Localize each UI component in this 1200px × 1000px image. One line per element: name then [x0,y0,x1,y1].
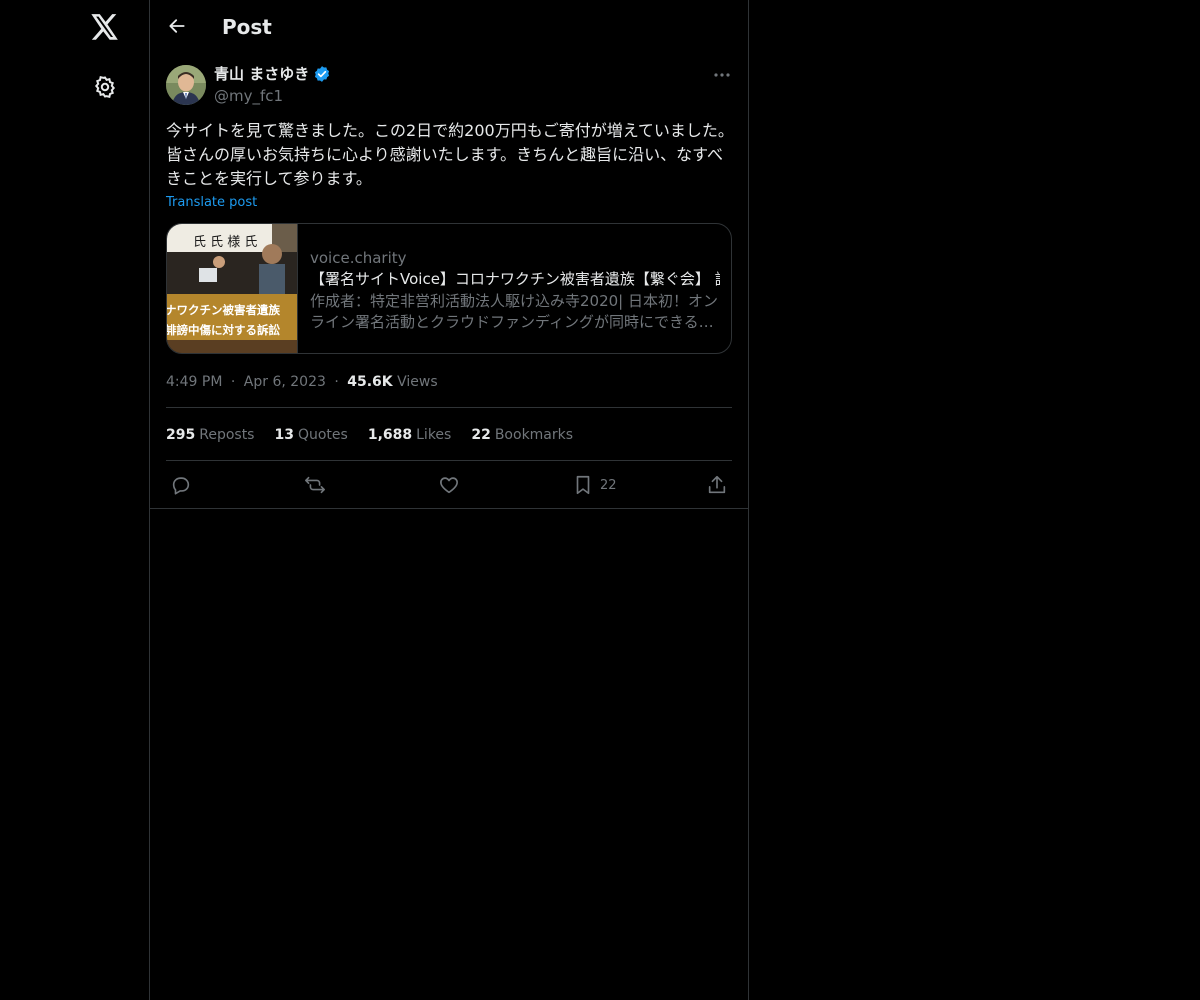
author-handle[interactable]: @my_fc1 [214,86,283,106]
more-options-button[interactable] [710,64,734,86]
bookmark-count: 22 [600,477,617,493]
reposts-label: Reposts [199,427,255,443]
link-card-domain: voice.charity [310,249,407,267]
gear-icon[interactable] [91,73,119,101]
bookmarks-count: 22 [471,427,491,443]
post-time[interactable]: 4:49 PM [166,374,222,390]
left-nav [0,0,150,1000]
reply-icon [172,477,190,495]
thumb-caption-banner2: 誹謗中傷に対する訴訟 [167,323,280,337]
link-card-title: 【署名サイトVoice】コロナワクチン被害者遺族【繋ぐ会】 誹 [310,270,720,288]
author-name[interactable]: 青山 まさゆき [214,64,331,84]
meta-separator: · [334,374,339,390]
action-bar: 22 [166,470,732,500]
reply-button[interactable] [170,470,192,500]
share-button[interactable] [706,470,728,500]
author-name-text: 青山 まさゆき [214,65,310,83]
quotes-count: 13 [274,427,294,443]
arrow-left-icon [169,19,185,33]
post-date[interactable]: Apr 6, 2023 [244,374,326,390]
divider [166,407,732,408]
bookmarks-stat[interactable]: 22 Bookmarks [471,425,573,445]
divider [150,508,748,509]
bookmarks-label: Bookmarks [494,427,574,443]
avatar[interactable] [166,65,206,105]
views-label: Views [397,374,438,390]
link-card-thumbnail: 氏 氏 様 氏 ナワクチン被害者遺族 誹謗中傷に対する訴訟 [167,224,298,353]
like-button[interactable] [438,470,460,500]
page-title: Post [222,15,272,39]
bookmark-icon [576,475,590,495]
views-count: 45.6K [347,374,393,390]
link-card-description: 作成者：特定非営利活動法人駆け込み寺2020| 日本初！オンライン署名活動とクラ… [310,292,718,331]
post-meta: 4:49 PM · Apr 6, 2023 · 45.6K Views [166,372,438,392]
likes-count: 1,688 [367,427,413,443]
back-button[interactable] [164,13,190,39]
divider [166,460,732,461]
repost-button[interactable] [304,470,326,500]
likes-label: Likes [416,427,452,443]
post-text: 今サイトを見て驚きました。この2日で約200万円もご寄付が増えていました。皆さん… [166,121,734,188]
verified-badge-icon [315,66,330,82]
heart-icon [440,477,458,494]
translate-post-link[interactable]: Translate post [166,194,257,212]
page-header: Post [150,0,748,53]
reposts-count: 295 [166,427,196,443]
repost-icon [305,476,325,494]
likes-stat[interactable]: 1,688 Likes [368,425,452,445]
thumb-caption-banner1: ナワクチン被害者遺族 [167,303,280,317]
reposts-stat[interactable]: 295 Reposts [166,425,254,445]
quotes-stat[interactable]: 13 Quotes [274,425,347,445]
x-logo-icon[interactable] [89,11,121,43]
engagement-stats: 295 Reposts 13 Quotes 1,688 Likes 22 Bookmar… [166,425,573,445]
meta-separator: · [230,374,236,390]
thumb-caption-top: 氏 氏 様 氏 [193,235,257,250]
link-card[interactable]: 氏 氏 様 氏 ナワクチン被害者遺族 誹謗中傷に対する訴訟 voice.char… [166,223,732,354]
quotes-label: Quotes [297,427,348,443]
more-icon [714,73,730,77]
share-icon [708,475,726,494]
post-detail: Post 青山 まさゆき @my_fc1 今サイトを見て驚きました。この2日で約… [150,0,749,1000]
bookmark-button[interactable]: 22 [572,470,617,500]
